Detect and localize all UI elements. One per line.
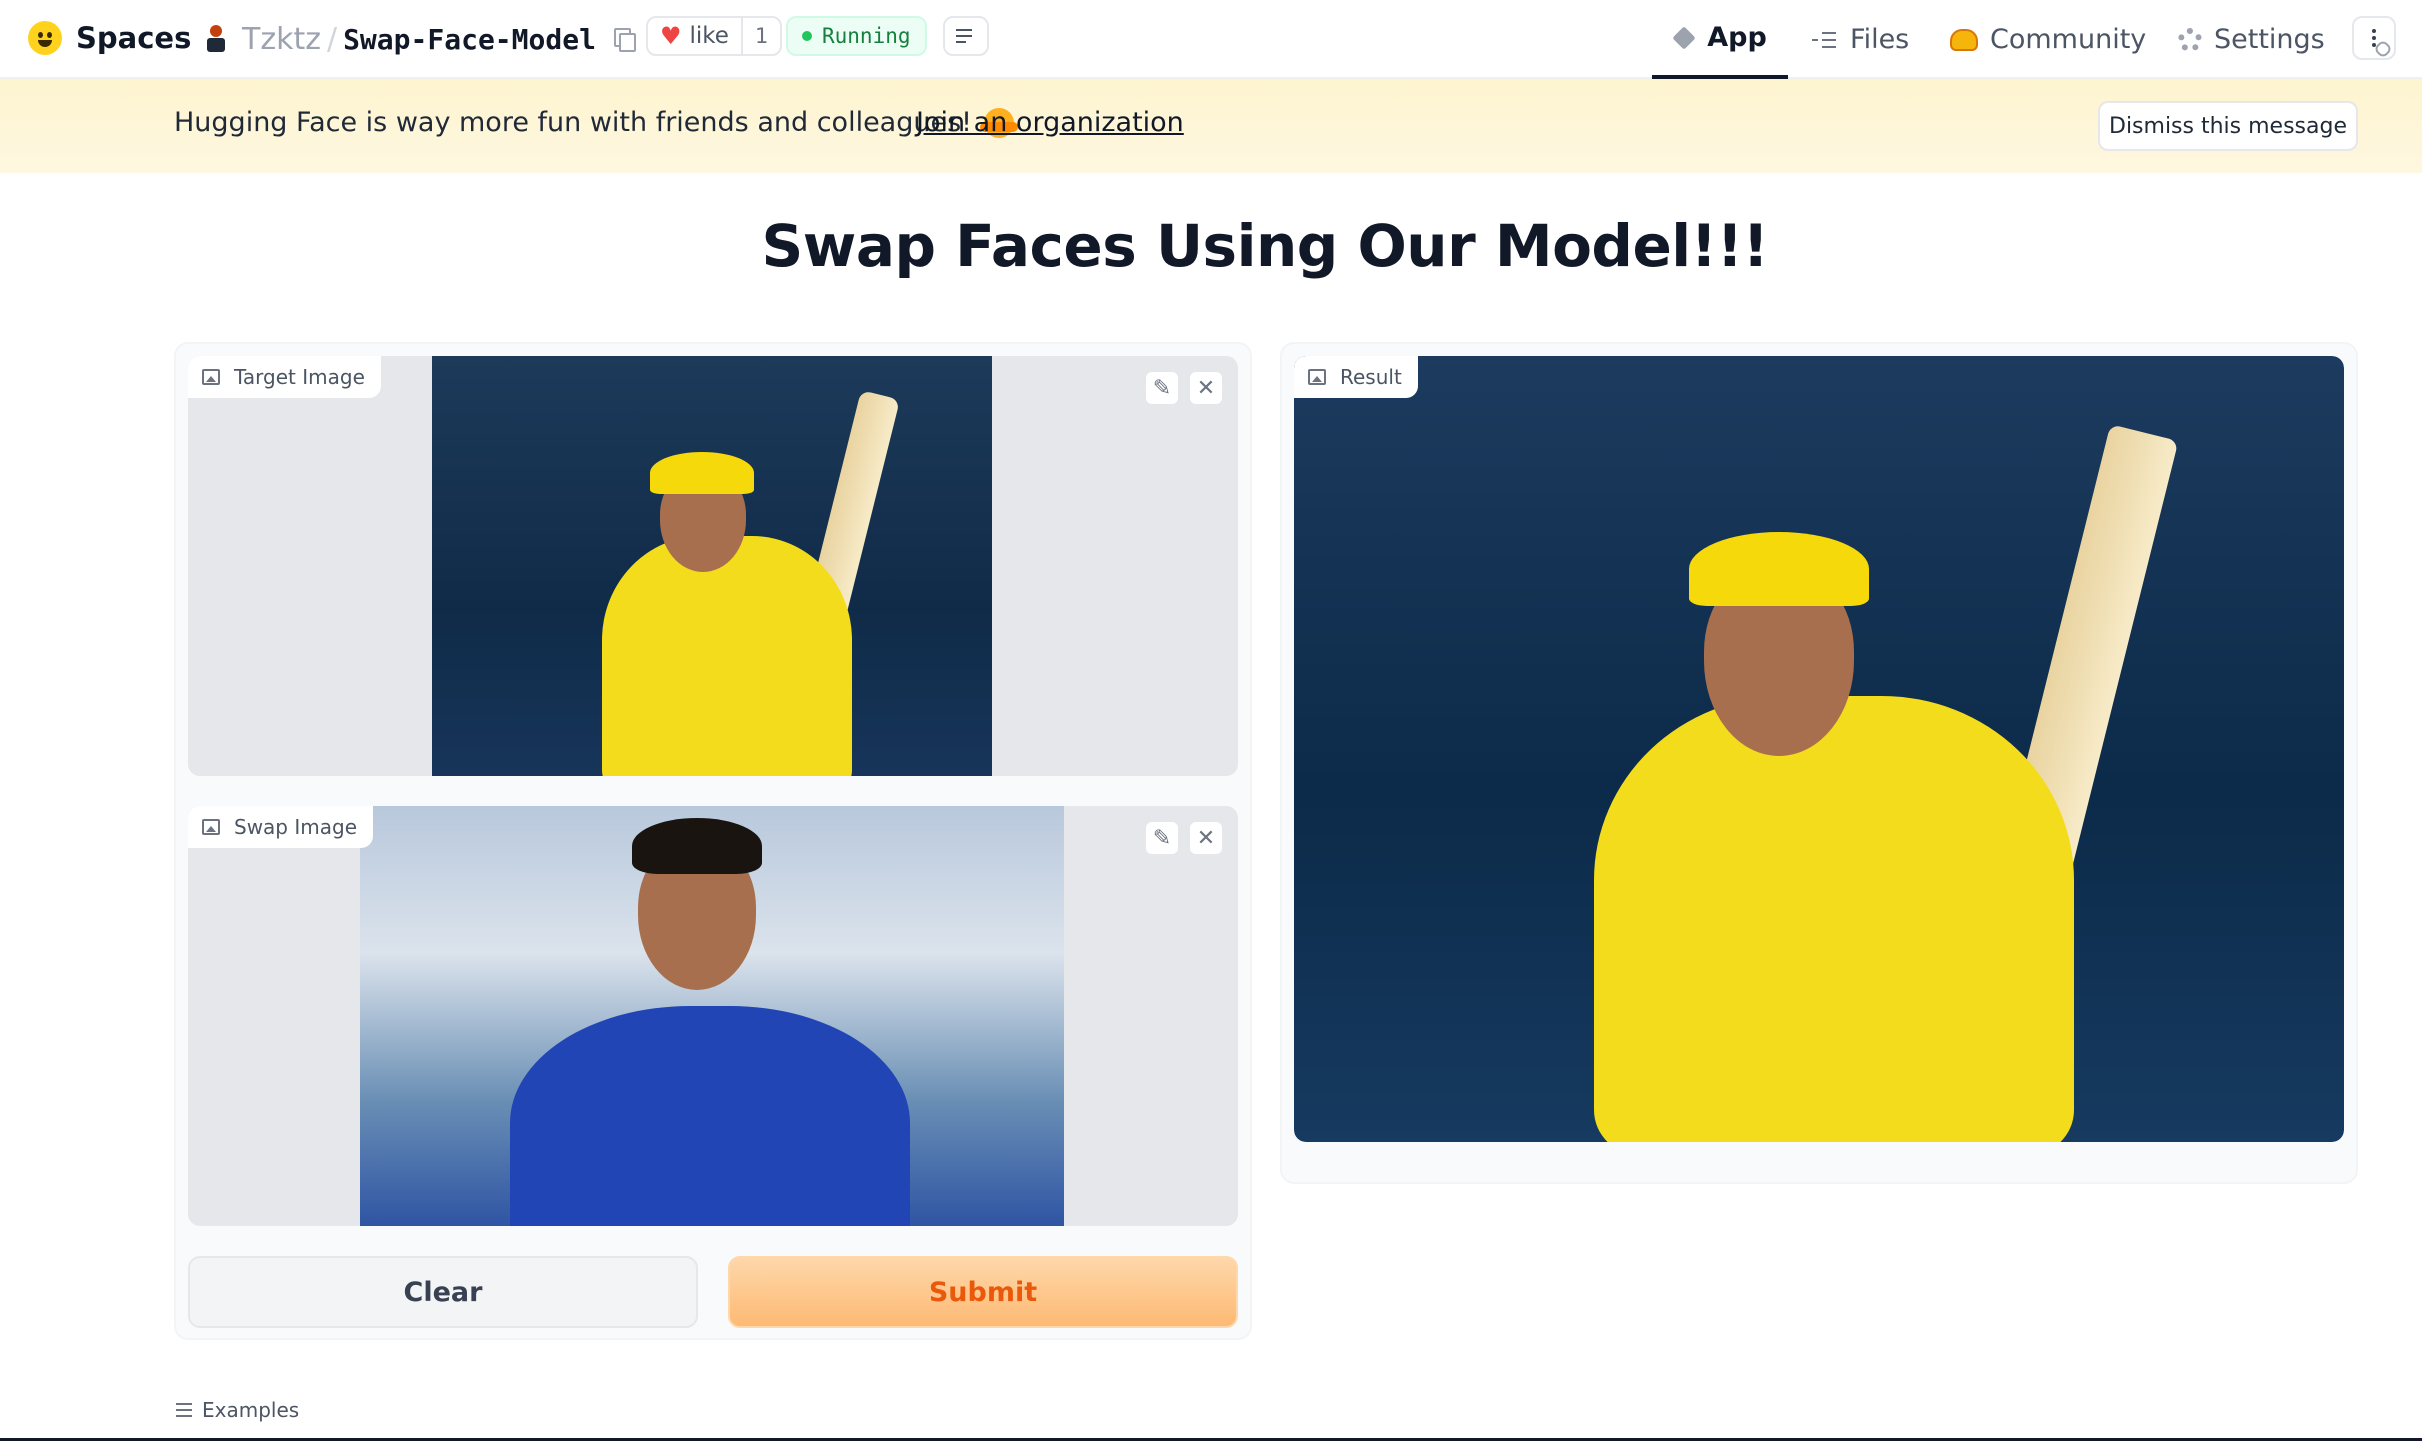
banner-message: Hugging Face is way more fun with friend… (174, 107, 1018, 138)
tab-settings-label: Settings (2214, 24, 2325, 55)
result-image: Result (1294, 356, 2344, 1142)
swap-image-label-text: Swap Image (234, 815, 357, 839)
swap-photo (360, 806, 1064, 1226)
files-icon (1812, 29, 1838, 51)
space-name-link[interactable]: Swap-Face-Model (343, 23, 596, 56)
tab-settings[interactable]: Settings (2178, 0, 2325, 79)
tab-files-label: Files (1850, 24, 1910, 55)
status-dot-icon (802, 31, 812, 41)
like-label: like (689, 23, 729, 49)
target-image-label-text: Target Image (234, 365, 365, 389)
result-photo (1294, 356, 2344, 1142)
dismiss-message-button[interactable]: Dismiss this message (2098, 101, 2358, 151)
swap-image-upload[interactable]: Swap Image ✎ ✕ (188, 806, 1238, 1226)
pencil-icon: ✎ (1152, 825, 1172, 851)
more-options-button[interactable] (2352, 16, 2396, 60)
close-icon: ✕ (1196, 375, 1216, 401)
result-label-text: Result (1340, 365, 1402, 389)
tab-app[interactable]: App (1652, 0, 1788, 79)
clear-target-button[interactable]: ✕ (1188, 370, 1224, 406)
tab-community-label: Community (1990, 24, 2147, 55)
like-main[interactable]: ♥ like (648, 18, 741, 54)
pencil-icon: ✎ (1152, 375, 1172, 401)
swap-image-label: Swap Image (188, 806, 373, 848)
target-photo (432, 356, 992, 776)
top-navigation-bar: Spaces Tzktz / Swap-Face-Model ♥ like 1 … (0, 0, 2422, 79)
tab-app-label: App (1707, 22, 1767, 53)
tab-files[interactable]: Files (1812, 0, 1909, 79)
status-badge[interactable]: Running (786, 16, 927, 56)
clear-button[interactable]: Clear (188, 1256, 698, 1328)
hugging-face-logo-icon (28, 21, 62, 55)
close-icon: ✕ (1196, 825, 1216, 851)
examples-toggle[interactable]: Examples (176, 1398, 299, 1422)
cube-icon (1672, 25, 1696, 50)
target-image-label: Target Image (188, 356, 381, 398)
owner-avatar-icon (204, 25, 228, 53)
brand-label: Spaces (76, 21, 192, 55)
submit-button[interactable]: Submit (728, 1256, 1238, 1328)
edit-target-button[interactable]: ✎ (1144, 370, 1180, 406)
examples-label: Examples (202, 1398, 300, 1422)
clear-swap-button[interactable]: ✕ (1188, 820, 1224, 856)
image-icon (1308, 369, 1326, 385)
community-icon (1950, 28, 1978, 51)
result-label: Result (1294, 356, 1418, 398)
like-button[interactable]: ♥ like 1 (646, 16, 783, 56)
image-icon (202, 819, 220, 835)
copy-icon[interactable] (610, 26, 636, 52)
page-title: Swap Faces Using Our Model!!! (761, 212, 1769, 280)
target-image-upload[interactable]: Target Image ✎ ✕ (188, 356, 1238, 776)
breadcrumb-separator: / (326, 21, 338, 57)
spaces-home-link[interactable]: Spaces (28, 18, 191, 58)
image-icon (202, 369, 220, 385)
list-icon (956, 28, 976, 44)
logs-button[interactable] (943, 16, 989, 56)
swap-image-tools: ✎ ✕ (1144, 820, 1224, 856)
like-count[interactable]: 1 (740, 18, 780, 54)
space-breadcrumb: Tzktz / Swap-Face-Model (204, 20, 636, 58)
target-image-tools: ✎ ✕ (1144, 370, 1224, 406)
gear-icon (2178, 27, 2202, 52)
heart-icon: ♥ (660, 22, 682, 50)
status-label: Running (822, 24, 911, 48)
owner-link[interactable]: Tzktz (242, 22, 321, 57)
edit-swap-button[interactable]: ✎ (1144, 820, 1180, 856)
tab-community[interactable]: Community (1950, 0, 2146, 79)
org-banner: Hugging Face is way more fun with friend… (0, 79, 2422, 173)
banner-message-text: Hugging Face is way more fun with friend… (174, 107, 972, 138)
list-icon (176, 1403, 192, 1417)
join-organization-link[interactable]: Join an organization (916, 107, 1184, 138)
